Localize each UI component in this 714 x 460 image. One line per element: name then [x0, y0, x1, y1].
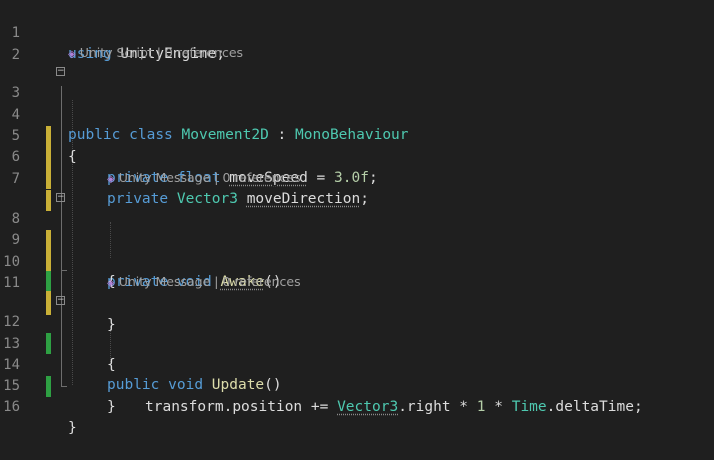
code-line-13[interactable]: 13 { — [0, 313, 714, 373]
collapse-icon[interactable]: − — [56, 296, 65, 305]
unity-cube-icon: ◈ — [68, 49, 76, 60]
code-line-4[interactable]: 4 { — [0, 84, 714, 165]
code-token[interactable]: . — [547, 399, 556, 415]
line-number: 7 — [11, 171, 20, 187]
code-line-9[interactable]: 9 { — [0, 209, 714, 290]
code-token[interactable]: ; — [634, 399, 643, 415]
collapse-icon[interactable]: − — [56, 193, 65, 202]
code-text[interactable]: } — [68, 418, 77, 439]
code-line-14[interactable]: 14 transform.position += Vector3.right *… — [0, 334, 714, 415]
codelens-awake[interactable]: ◈ Unity Message | 0 references — [107, 168, 301, 188]
codelens-text: Unity Message | 0 references — [118, 274, 301, 289]
code-token[interactable]: * — [486, 399, 512, 415]
code-line-8[interactable]: 8 − private void Awake() — [0, 188, 714, 291]
unity-cube-icon: ◈ — [107, 278, 115, 289]
code-editor[interactable]: 1 using UnityEngine; 2 ◈ Unity Script | 0… — [0, 0, 714, 436]
codelens-text: Unity Message | 0 references — [118, 170, 301, 185]
code-line-3[interactable]: 3 − public class Movement2D : MonoBehavi… — [0, 62, 714, 144]
codelens-text: Unity Script | 0 references — [79, 45, 244, 60]
code-token[interactable]: 3.0f — [334, 170, 369, 186]
code-token[interactable]: transform — [145, 399, 224, 415]
code-line-6[interactable]: 6 private Vector3 moveDirection; — [0, 126, 714, 207]
code-token[interactable]: . — [398, 399, 407, 415]
code-token[interactable]: * — [451, 399, 477, 415]
unity-cube-icon: ◈ — [107, 174, 115, 185]
code-line-2[interactable]: 2 — [0, 24, 714, 63]
code-line-1[interactable]: 1 using UnityEngine; — [0, 2, 714, 62]
code-text[interactable]: transform.position += Vector3.right * 1 … — [145, 397, 643, 418]
code-token[interactable]: } — [68, 420, 77, 436]
code-line-12[interactable]: 12 − public void Update() — [0, 291, 714, 394]
code-token[interactable]: ; — [369, 170, 378, 186]
code-text[interactable]: } — [107, 397, 116, 418]
collapse-icon[interactable]: − — [56, 67, 65, 76]
code-token[interactable]: . — [224, 399, 233, 415]
code-line-5[interactable]: 5 private float moveSpeed = 3.0f; — [0, 105, 714, 186]
codelens-update[interactable]: ◈ Unity Message | 0 references — [107, 272, 301, 292]
change-marker — [46, 271, 51, 291]
code-line-16[interactable]: 16 } — [0, 376, 714, 436]
code-token[interactable]: 1 — [477, 399, 486, 415]
code-line-15[interactable]: 15 } — [0, 355, 714, 415]
line-number: 16 — [3, 399, 20, 415]
code-token[interactable]: } — [107, 399, 116, 415]
code-line-7[interactable]: 7 — [0, 148, 714, 211]
code-token[interactable]: = — [308, 170, 334, 186]
code-line-11[interactable]: 11 } — [0, 252, 714, 333]
code-line-10[interactable]: 10 — [0, 231, 714, 294]
code-token[interactable]: right — [407, 399, 451, 415]
code-token[interactable]: += — [302, 399, 337, 415]
codelens-unity-script[interactable]: ◈ Unity Script | 0 references — [68, 43, 243, 63]
change-marker — [46, 168, 51, 189]
code-token[interactable]: deltaTime — [555, 399, 634, 415]
code-token[interactable]: Time — [512, 399, 547, 415]
code-token[interactable]: Vector3 — [337, 399, 398, 415]
code-token[interactable]: position — [232, 399, 302, 415]
